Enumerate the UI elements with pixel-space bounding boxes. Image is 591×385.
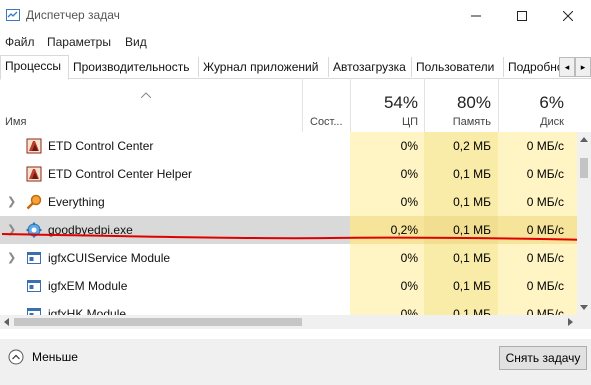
table-row[interactable]: igfxEM Module 0% 0,1 МБ 0 МБ/с bbox=[0, 272, 577, 300]
process-name: ETD Control Center Helper bbox=[48, 167, 193, 181]
memory-cell: 0,1 МБ bbox=[424, 272, 498, 300]
menu-view[interactable]: Вид bbox=[125, 35, 147, 49]
tab-processes[interactable]: Процессы bbox=[0, 55, 69, 80]
table-row[interactable]: ETD Control Center 0% 0,2 МБ 0 МБ/с bbox=[0, 132, 577, 160]
process-name: Everything bbox=[48, 195, 105, 209]
memory-cell: 0,1 МБ bbox=[424, 160, 498, 188]
process-name: ETD Control Center bbox=[48, 139, 154, 153]
sort-up-icon bbox=[141, 92, 151, 98]
disk-cell: 0 МБ/с bbox=[498, 188, 577, 216]
tab-scroll-right-button[interactable]: ▸ bbox=[575, 57, 591, 77]
table-row[interactable]: ETD Control Center Helper 0% 0,1 МБ 0 МБ/с bbox=[0, 160, 577, 188]
magnifier-icon bbox=[26, 194, 42, 210]
tab-users[interactable]: Пользователи bbox=[411, 57, 504, 77]
table-row[interactable]: ❯ igfxCUIService Module 0% 0,1 МБ 0 МБ/с bbox=[0, 244, 577, 272]
expand-chevron-icon[interactable]: ❯ bbox=[7, 188, 16, 216]
disk-cell: 0 МБ/с bbox=[498, 160, 577, 188]
cpu-cell: 0% bbox=[350, 132, 424, 160]
fewer-details-label: Меньше bbox=[32, 350, 78, 364]
tab-performance[interactable]: Производительность bbox=[68, 57, 199, 77]
window-app-icon bbox=[26, 278, 42, 294]
window-app-icon bbox=[26, 250, 42, 266]
scroll-left-icon[interactable] bbox=[3, 318, 9, 326]
status-cell bbox=[302, 244, 350, 272]
horizontal-scroll-thumb[interactable] bbox=[14, 318, 302, 326]
minimize-icon bbox=[471, 15, 481, 16]
process-name: igfxEM Module bbox=[48, 279, 128, 293]
window-title: Диспетчер задач bbox=[26, 8, 120, 22]
maximize-button[interactable] bbox=[499, 0, 545, 31]
column-status: Сост... bbox=[310, 116, 343, 128]
cpu-cell: 0% bbox=[350, 160, 424, 188]
process-name: igfxCUIService Module bbox=[48, 251, 171, 265]
vertical-scroll-thumb[interactable] bbox=[580, 158, 588, 178]
task-manager-icon bbox=[6, 9, 20, 21]
disk-cell: 0 МБ/с bbox=[498, 132, 577, 160]
column-name[interactable]: Имя bbox=[5, 116, 26, 128]
memory-cell: 0,1 МБ bbox=[424, 244, 498, 272]
column-cpu: ЦП bbox=[401, 116, 418, 128]
scroll-up-icon[interactable] bbox=[580, 136, 588, 142]
disk-total-percent: 6% bbox=[539, 93, 564, 112]
tab-startup[interactable]: Автозагрузка bbox=[328, 57, 412, 77]
red-annotation-line bbox=[1, 233, 590, 241]
scroll-right-icon[interactable] bbox=[568, 318, 574, 326]
scroll-down-icon[interactable] bbox=[580, 305, 588, 311]
tab-details[interactable]: Подробно bbox=[503, 57, 562, 77]
column-memory: Память bbox=[452, 116, 491, 128]
collapse-up-icon bbox=[8, 349, 24, 365]
menu-file[interactable]: Файл bbox=[5, 35, 35, 49]
cpu-cell: 0% bbox=[350, 272, 424, 300]
close-button[interactable] bbox=[545, 0, 591, 31]
memory-cell: 0,2 МБ bbox=[424, 132, 498, 160]
cpu-cell: 0% bbox=[350, 244, 424, 272]
maximize-icon bbox=[517, 10, 527, 21]
close-icon bbox=[563, 10, 573, 21]
memory-total-percent: 80% bbox=[456, 93, 491, 112]
cpu-total-percent: 54% bbox=[383, 93, 418, 112]
end-task-button[interactable]: Снять задачу bbox=[499, 346, 587, 370]
menu-options[interactable]: Параметры bbox=[47, 35, 111, 49]
cpu-cell: 0% bbox=[350, 188, 424, 216]
minimize-button[interactable] bbox=[453, 0, 499, 31]
tab-scroll-left-button[interactable]: ◂ bbox=[559, 57, 575, 77]
expand-chevron-icon[interactable]: ❯ bbox=[7, 244, 16, 272]
status-cell bbox=[302, 272, 350, 300]
disk-cell: 0 МБ/с bbox=[498, 244, 577, 272]
chevron-left-icon: ◂ bbox=[564, 62, 570, 72]
column-disk: Диск bbox=[540, 116, 564, 128]
memory-cell: 0,1 МБ bbox=[424, 188, 498, 216]
status-cell bbox=[302, 160, 350, 188]
disk-cell: 0 МБ/с bbox=[498, 272, 577, 300]
fewer-details-button[interactable]: Меньше bbox=[8, 349, 78, 365]
etd-icon bbox=[26, 166, 42, 182]
tab-app-history[interactable]: Журнал приложений bbox=[198, 57, 329, 77]
chevron-right-icon: ▸ bbox=[580, 62, 586, 72]
status-cell bbox=[302, 188, 350, 216]
etd-icon bbox=[26, 138, 42, 154]
table-row[interactable]: ❯ Everything 0% 0,1 МБ 0 МБ/с bbox=[0, 188, 577, 216]
status-cell bbox=[302, 132, 350, 160]
